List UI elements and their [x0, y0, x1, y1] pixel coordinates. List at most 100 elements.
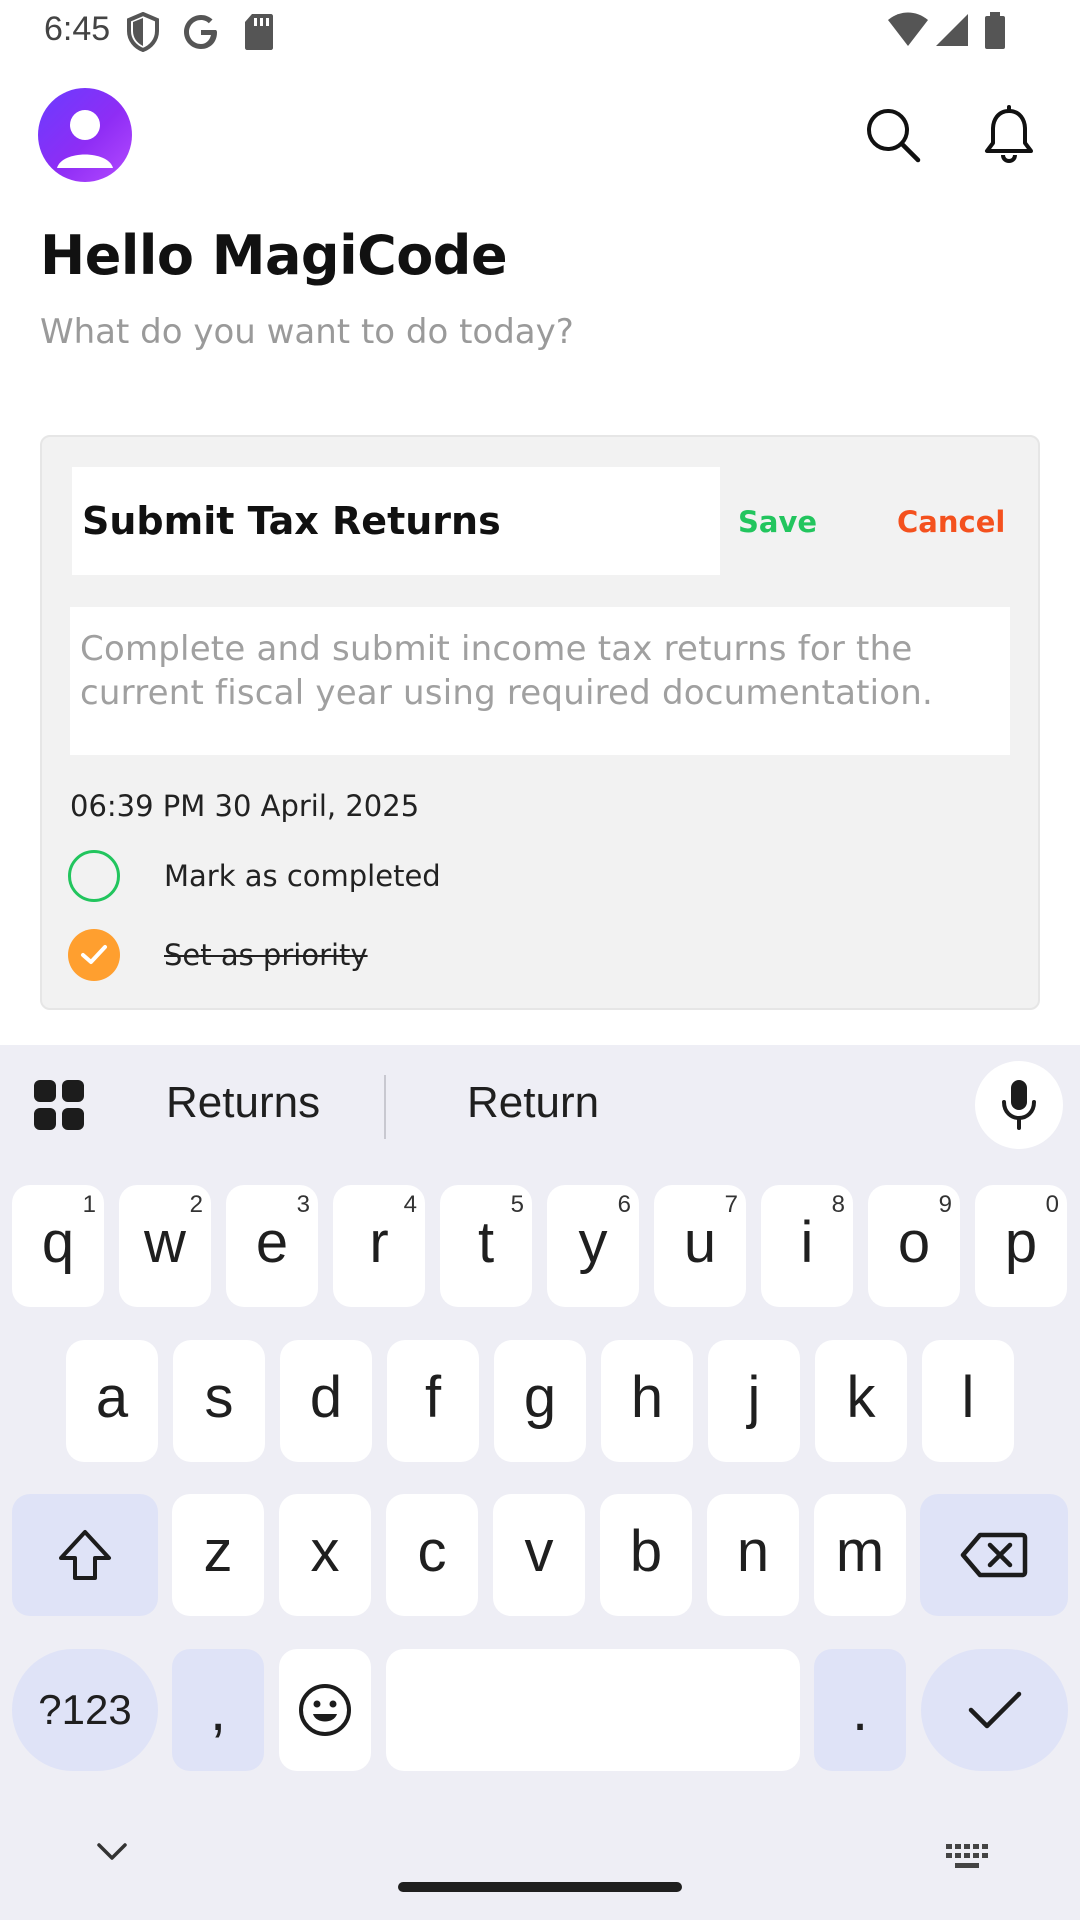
page-title: Hello MagiCode — [40, 224, 508, 287]
key-o[interactable]: o9 — [868, 1185, 960, 1307]
key-hint: 3 — [296, 1191, 310, 1218]
set-priority-label: Set as priority — [164, 938, 368, 972]
key-f[interactable]: f — [387, 1340, 479, 1462]
notifications-button[interactable] — [974, 100, 1044, 170]
home-indicator[interactable] — [398, 1882, 682, 1892]
task-description-input[interactable]: Complete and submit income tax returns f… — [70, 607, 1010, 755]
battery-icon — [984, 12, 1006, 54]
comma-key[interactable]: , — [172, 1649, 264, 1771]
key-label: d — [309, 1364, 343, 1430]
symbols-label: ?123 — [38, 1686, 132, 1733]
key-n[interactable]: n — [707, 1494, 799, 1616]
task-datetime[interactable]: 06:39 PM 30 April, 2025 — [70, 789, 419, 823]
suggestion-1[interactable]: Returns — [166, 1078, 320, 1128]
key-t[interactable]: t5 — [440, 1185, 532, 1307]
key-q[interactable]: q1 — [12, 1185, 104, 1307]
key-m[interactable]: m — [814, 1494, 906, 1616]
key-label: c — [417, 1518, 447, 1584]
checkmark-icon — [968, 1691, 1021, 1729]
symbols-key[interactable]: ?123 — [12, 1649, 158, 1771]
soft-keyboard: Returns Return ?123 , . q 1 w 2 e 3 r 4 … — [0, 1045, 1080, 1920]
space-key[interactable] — [386, 1649, 800, 1771]
key-c[interactable]: c — [386, 1494, 478, 1616]
switch-keyboard-button[interactable] — [946, 1844, 990, 1874]
task-title-input[interactable]: Submit Tax Returns — [72, 467, 720, 575]
emoji-key[interactable] — [279, 1649, 371, 1771]
user-avatar[interactable] — [38, 88, 132, 182]
key-label: h — [630, 1364, 664, 1430]
voice-input-button[interactable] — [975, 1061, 1063, 1149]
key-label: s — [204, 1364, 234, 1430]
period-key[interactable]: . — [814, 1649, 906, 1771]
shift-icon — [59, 1530, 111, 1580]
key-v[interactable]: v — [493, 1494, 585, 1616]
mark-completed-label: Mark as completed — [164, 859, 441, 893]
backspace-key[interactable] — [920, 1494, 1068, 1616]
suggestion-divider — [384, 1075, 386, 1139]
keyboard-apps-icon[interactable] — [34, 1080, 84, 1130]
hide-keyboard-button[interactable] — [96, 1842, 128, 1866]
signal-icon — [934, 12, 970, 52]
chevron-down-icon — [97, 1843, 127, 1860]
key-j[interactable]: j — [708, 1340, 800, 1462]
key-l[interactable]: l — [922, 1340, 1014, 1462]
key-label: o — [897, 1209, 931, 1275]
key-label: g — [523, 1364, 557, 1430]
google-icon — [182, 12, 220, 56]
done-key[interactable] — [921, 1649, 1068, 1771]
suggestion-bar: Returns Return — [0, 1045, 1080, 1165]
key-hint: 9 — [938, 1191, 952, 1218]
key-hint: 6 — [617, 1191, 631, 1218]
checked-circle-icon — [68, 929, 120, 981]
key-hint: 4 — [403, 1191, 417, 1218]
key-label: v — [524, 1518, 554, 1584]
key-label: a — [95, 1364, 129, 1430]
key-y[interactable]: y6 — [547, 1185, 639, 1307]
key-s[interactable]: s — [173, 1340, 265, 1462]
key-e[interactable]: e3 — [226, 1185, 318, 1307]
key-r[interactable]: r4 — [333, 1185, 425, 1307]
comma-label: , — [209, 1677, 227, 1743]
key-label: x — [310, 1518, 340, 1584]
suggestion-2[interactable]: Return — [467, 1078, 599, 1128]
status-bar: 6:45 — [0, 0, 1080, 64]
page-subtitle: What do you want to do today? — [40, 312, 574, 352]
save-button[interactable]: Save — [738, 505, 817, 539]
mark-completed-toggle[interactable]: Mark as completed — [68, 849, 768, 903]
key-label: e — [255, 1209, 289, 1275]
key-label: y — [578, 1209, 608, 1275]
key-label: i — [800, 1209, 814, 1275]
shift-key[interactable] — [12, 1494, 158, 1616]
key-label: p — [1004, 1209, 1038, 1275]
key-w[interactable]: w2 — [119, 1185, 211, 1307]
backspace-icon — [960, 1532, 1028, 1578]
key-b[interactable]: b — [600, 1494, 692, 1616]
keyboard-icon — [946, 1844, 988, 1868]
checkmark-icon — [81, 945, 107, 964]
key-hint: 2 — [189, 1191, 203, 1218]
status-time: 6:45 — [44, 10, 111, 48]
key-a[interactable]: a — [66, 1340, 158, 1462]
key-g[interactable]: g — [494, 1340, 586, 1462]
key-label: m — [835, 1518, 885, 1584]
key-label: u — [683, 1209, 717, 1275]
key-u[interactable]: u7 — [654, 1185, 746, 1307]
key-p[interactable]: p0 — [975, 1185, 1067, 1307]
key-k[interactable]: k — [815, 1340, 907, 1462]
unchecked-circle-icon — [68, 850, 120, 902]
search-button[interactable] — [858, 100, 928, 170]
key-hint: 8 — [831, 1191, 845, 1218]
key-label: t — [477, 1209, 495, 1275]
key-label: q — [41, 1209, 75, 1275]
cancel-button[interactable]: Cancel — [897, 505, 1005, 539]
key-i[interactable]: i8 — [761, 1185, 853, 1307]
task-edit-card: Submit Tax Returns Save Cancel Complete … — [40, 435, 1040, 1010]
key-z[interactable]: z — [172, 1494, 264, 1616]
key-d[interactable]: d — [280, 1340, 372, 1462]
key-h[interactable]: h — [601, 1340, 693, 1462]
key-label: l — [961, 1364, 975, 1430]
set-priority-toggle[interactable]: Set as priority — [68, 928, 768, 982]
key-x[interactable]: x — [279, 1494, 371, 1616]
emoji-icon — [299, 1684, 351, 1736]
key-hint: 5 — [510, 1191, 524, 1218]
